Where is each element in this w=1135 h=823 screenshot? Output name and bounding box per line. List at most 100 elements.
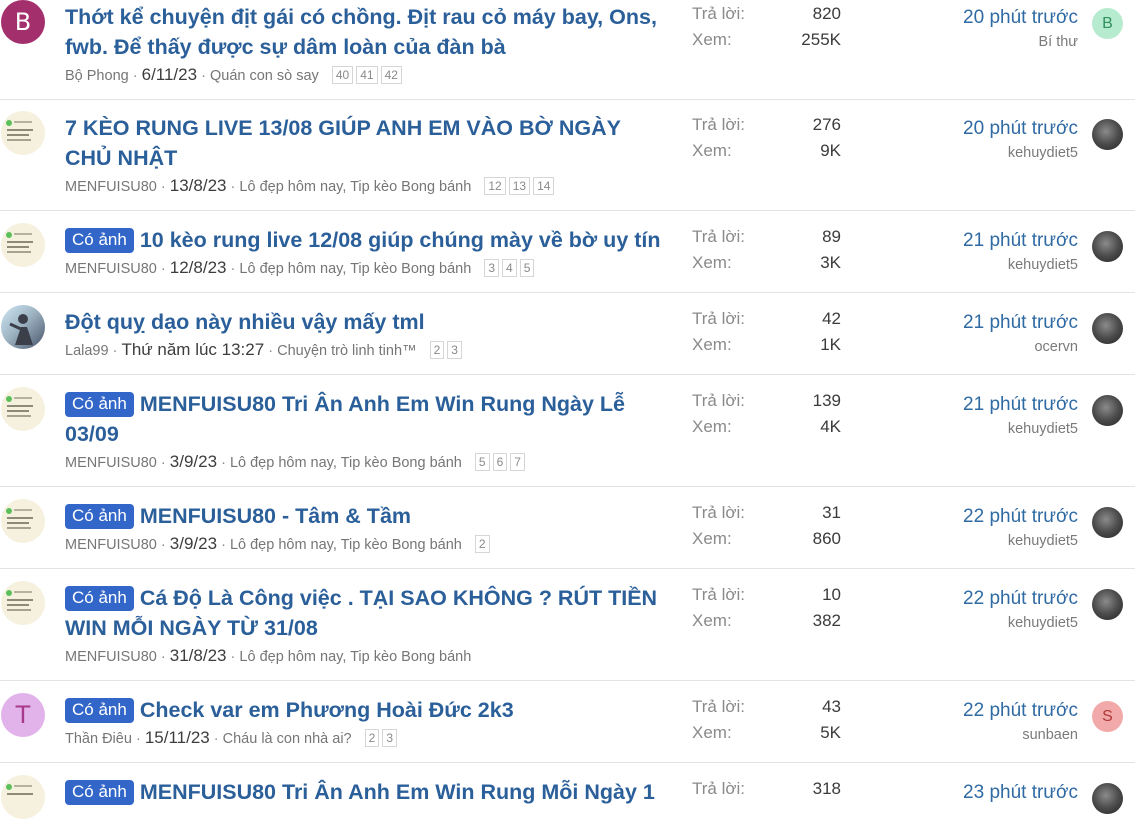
thread-date[interactable]: 31/8/23 (170, 646, 227, 665)
thread-title-text[interactable]: 10 kèo rung live 12/08 giúp chúng mày về… (140, 228, 661, 252)
page-link[interactable]: 7 (510, 453, 525, 471)
page-link[interactable]: 5 (474, 453, 490, 471)
thread-title-text[interactable]: Đột quỵ dạo này nhiều vậy mấy tml (65, 310, 425, 334)
thread-author[interactable]: Thần Điêu (65, 731, 132, 747)
thread-forum[interactable]: Quán con sò say (210, 68, 319, 84)
last-poster-avatar[interactable] (1092, 507, 1123, 538)
last-post-user[interactable]: kehuydiet5 (1008, 533, 1078, 549)
last-post-time[interactable]: 22 phút trước (963, 506, 1078, 528)
thread-date[interactable]: 15/11/23 (145, 728, 210, 747)
has-image-badge[interactable]: Có ảnh (65, 698, 134, 723)
thread-title[interactable]: Đột quỵ dạo này nhiều vậy mấy tml (65, 307, 665, 337)
thread-title-text[interactable]: 7 KÈO RUNG LIVE 13/08 GIÚP ANH EM VÀO BỜ… (65, 116, 621, 170)
thread-title[interactable]: Có ảnh MENFUISU80 Tri Ân Anh Em Win Rung … (65, 777, 665, 807)
thread-date[interactable]: 3/9/23 (170, 534, 217, 553)
has-image-badge[interactable]: Có ảnh (65, 780, 134, 805)
last-post-user[interactable]: ocervn (1034, 339, 1078, 355)
last-poster-avatar[interactable] (1092, 589, 1123, 620)
last-post-time[interactable]: 23 phút trước (963, 782, 1078, 804)
has-image-badge[interactable]: Có ảnh (65, 392, 134, 417)
last-post-user[interactable]: Bí thư (1038, 34, 1078, 50)
last-post-time[interactable]: 22 phút trước (963, 700, 1078, 722)
thread-title[interactable]: Có ảnh Check var em Phương Hoài Đức 2k3 (65, 695, 665, 725)
page-link[interactable]: 3 (447, 341, 462, 359)
page-link[interactable]: 12 (484, 177, 506, 195)
last-poster-avatar[interactable] (1092, 231, 1123, 262)
page-link[interactable]: 41 (356, 66, 378, 84)
thread-author[interactable]: MENFUISU80 (65, 455, 157, 471)
thread-title[interactable]: Thớt kể chuyện địt gái có chồng. Địt rau… (65, 2, 665, 62)
thread-title[interactable]: Có ảnh MENFUISU80 Tri Ân Anh Em Win Rung … (65, 389, 665, 449)
thread-title-text[interactable]: MENFUISU80 Tri Ân Anh Em Win Rung Ngày L… (65, 392, 625, 446)
page-link[interactable]: 40 (331, 66, 354, 84)
page-link[interactable]: 2 (364, 729, 380, 747)
page-link[interactable]: 5 (519, 259, 535, 277)
user-avatar[interactable]: T (1, 693, 45, 737)
lala99-avatar[interactable] (1, 305, 45, 349)
has-image-badge[interactable]: Có ảnh (65, 504, 134, 529)
thread-title-text[interactable]: MENFUISU80 Tri Ân Anh Em Win Rung Mỗi Ng… (140, 780, 655, 804)
thread-forum[interactable]: Lô đẹp hôm nay, Tip kèo Bong bánh (239, 179, 471, 195)
page-link[interactable]: 14 (533, 177, 555, 195)
thread-date[interactable]: 12/8/23 (170, 258, 227, 277)
last-post-time[interactable]: 20 phút trước (963, 7, 1078, 29)
last-post-time[interactable]: 21 phút trước (963, 230, 1078, 252)
page-link[interactable]: 3 (382, 729, 398, 747)
last-post-user[interactable]: kehuydiet5 (1008, 257, 1078, 273)
menfuisu80-avatar[interactable] (1, 223, 45, 267)
page-link[interactable]: 42 (380, 66, 402, 84)
last-post-user[interactable]: kehuydiet5 (1008, 615, 1078, 631)
last-post-time[interactable]: 21 phút trước (963, 394, 1078, 416)
page-link[interactable]: 13 (508, 177, 531, 195)
thread-title-text[interactable]: MENFUISU80 - Tâm & Tầm (140, 504, 411, 528)
has-image-badge[interactable]: Có ảnh (65, 228, 134, 253)
page-link[interactable]: 6 (492, 453, 508, 471)
thread-author[interactable]: Lala99 (65, 343, 109, 359)
page-link[interactable]: 2 (429, 341, 445, 359)
last-post-user[interactable]: sunbaen (1022, 727, 1078, 743)
thread-title[interactable]: Có ảnh MENFUISU80 - Tâm & Tầm (65, 501, 665, 531)
thread-date[interactable]: 3/9/23 (170, 452, 217, 471)
has-image-badge[interactable]: Có ảnh (65, 586, 134, 611)
thread-forum[interactable]: Cháu là con nhà ai? (223, 731, 352, 747)
last-post-user[interactable]: kehuydiet5 (1008, 421, 1078, 437)
last-post-time[interactable]: 22 phút trước (963, 588, 1078, 610)
thread-title-text[interactable]: Check var em Phương Hoài Đức 2k3 (140, 698, 514, 722)
thread-forum[interactable]: Lô đẹp hôm nay, Tip kèo Bong bánh (239, 649, 471, 665)
thread-title[interactable]: Có ảnh Cá Độ Là Công việc . TẠI SAO KHÔNG… (65, 583, 665, 643)
thread-title[interactable]: 7 KÈO RUNG LIVE 13/08 GIÚP ANH EM VÀO BỜ… (65, 113, 665, 173)
last-poster-avatar[interactable]: S (1092, 701, 1123, 732)
menfuisu80-avatar[interactable] (1, 387, 45, 431)
last-poster-avatar[interactable] (1092, 783, 1123, 814)
menfuisu80-avatar[interactable] (1, 499, 45, 543)
last-poster-avatar[interactable] (1092, 119, 1123, 150)
last-post-user[interactable]: kehuydiet5 (1008, 145, 1078, 161)
thread-author[interactable]: MENFUISU80 (65, 179, 157, 195)
thread-title-text[interactable]: Thớt kể chuyện địt gái có chồng. Địt rau… (65, 5, 657, 59)
last-post-time[interactable]: 21 phút trước (963, 312, 1078, 334)
page-link[interactable]: 4 (502, 259, 517, 277)
thread-date[interactable]: 13/8/23 (170, 176, 227, 195)
last-poster-avatar[interactable] (1092, 313, 1123, 344)
menfuisu80-avatar[interactable] (1, 775, 45, 819)
last-poster-avatar[interactable] (1092, 395, 1123, 426)
thread-author[interactable]: Bộ Phong (65, 68, 129, 84)
menfuisu80-avatar[interactable] (1, 111, 45, 155)
menfuisu80-avatar[interactable] (1, 581, 45, 625)
thread-forum[interactable]: Lô đẹp hôm nay, Tip kèo Bong bánh (239, 261, 471, 277)
last-post-time[interactable]: 20 phút trước (963, 118, 1078, 140)
thread-author[interactable]: MENFUISU80 (65, 537, 157, 553)
thread-forum[interactable]: Lô đẹp hôm nay, Tip kèo Bong bánh (230, 537, 462, 553)
page-link[interactable]: 3 (484, 259, 500, 277)
thread-author[interactable]: MENFUISU80 (65, 649, 157, 665)
thread-date[interactable]: 6/11/23 (142, 65, 197, 84)
last-poster-avatar[interactable]: B (1092, 8, 1123, 39)
user-avatar[interactable]: B (1, 0, 45, 44)
page-link[interactable]: 2 (474, 535, 490, 553)
thread-forum[interactable]: Lô đẹp hôm nay, Tip kèo Bong bánh (230, 455, 462, 471)
thread-author[interactable]: MENFUISU80 (65, 261, 157, 277)
thread-forum[interactable]: Chuyện trò linh tinh™ (277, 343, 416, 359)
thread-date[interactable]: Thứ năm lúc 13:27 (121, 340, 264, 359)
thread-title[interactable]: Có ảnh 10 kèo rung live 12/08 giúp chúng … (65, 225, 665, 255)
thread-title-text[interactable]: Cá Độ Là Công việc . TẠI SAO KHÔNG ? RÚT… (65, 586, 657, 640)
